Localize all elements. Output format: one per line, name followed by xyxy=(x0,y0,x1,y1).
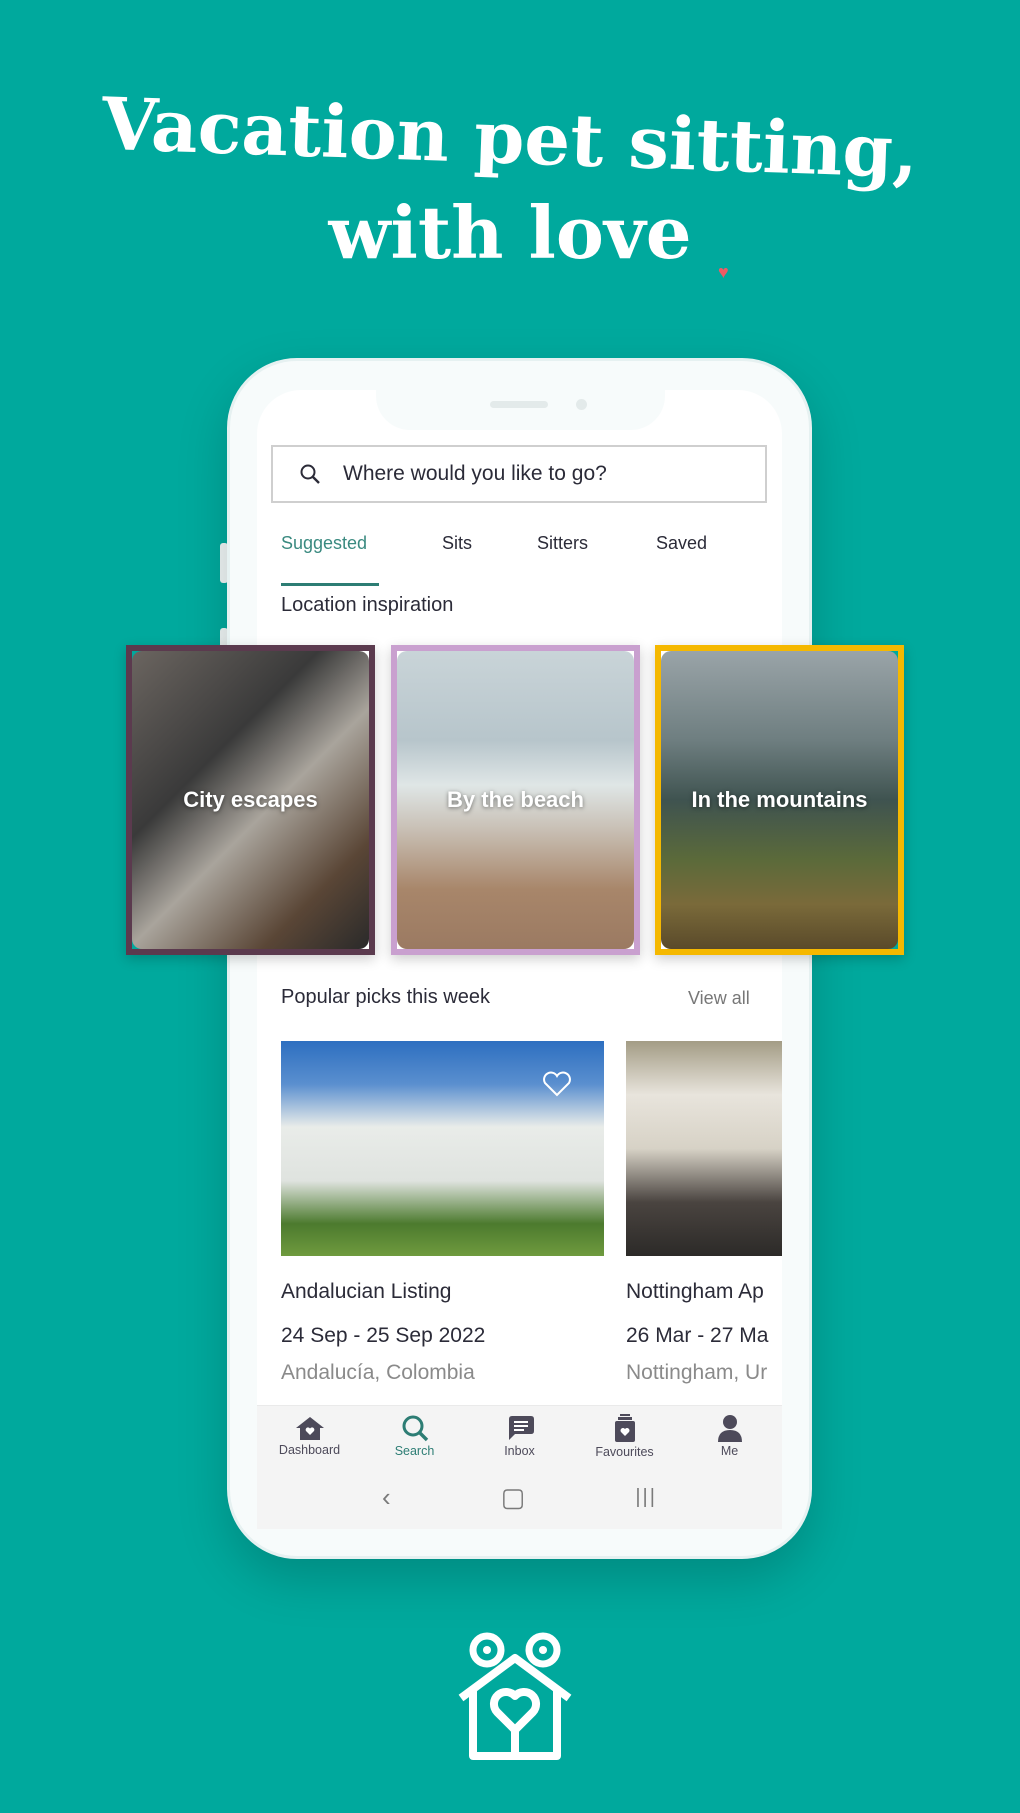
listings-carousel: Andalucian Listing 24 Sep - 25 Sep 2022 … xyxy=(257,1030,782,1410)
card-label: City escapes xyxy=(183,787,318,812)
recents-button[interactable]: ||| xyxy=(635,1486,657,1509)
tab-saved[interactable]: Saved xyxy=(656,533,707,554)
nav-favourites[interactable]: Favourites xyxy=(572,1406,677,1466)
phone-speaker xyxy=(490,401,548,408)
home-button[interactable]: ▢ xyxy=(501,1482,526,1513)
nav-inbox[interactable]: Inbox xyxy=(467,1406,572,1466)
card-city-escapes[interactable]: City escapes xyxy=(126,645,375,955)
card-label: In the mountains xyxy=(691,787,868,812)
listing-location: Nottingham, Ur xyxy=(626,1361,768,1384)
search-input[interactable]: Where would you like to go? xyxy=(271,445,767,503)
search-icon xyxy=(402,1415,428,1442)
listing-image[interactable] xyxy=(626,1041,782,1256)
tab-sitters[interactable]: Sitters xyxy=(537,533,588,554)
listing-title[interactable]: Andalucian Listing xyxy=(281,1280,451,1304)
view-all-link[interactable]: View all xyxy=(688,988,750,1009)
house-heart-icon xyxy=(295,1417,324,1440)
tab-suggested[interactable]: Suggested xyxy=(281,533,367,554)
heart-icon: ♥ xyxy=(718,262,729,282)
listing-image[interactable] xyxy=(281,1041,604,1256)
card-in-the-mountains[interactable]: In the mountains xyxy=(655,645,904,955)
card-label: By the beach xyxy=(447,787,584,812)
popular-picks-title: Popular picks this week xyxy=(281,986,490,1008)
phone-notch xyxy=(376,388,665,430)
listing-title[interactable]: Nottingham Ap xyxy=(626,1280,764,1304)
bottom-nav: Dashboard Search Inbox Favourites Me xyxy=(257,1405,782,1466)
trustedhousesitters-logo xyxy=(458,1632,572,1760)
phone-camera xyxy=(576,399,587,410)
listing-dates: 24 Sep - 25 Sep 2022 xyxy=(281,1324,486,1347)
favourites-jar-icon xyxy=(614,1414,635,1442)
nav-me[interactable]: Me xyxy=(677,1406,782,1466)
favourite-heart-icon[interactable] xyxy=(542,1071,572,1097)
tab-sits[interactable]: Sits xyxy=(442,533,472,554)
active-tab-indicator xyxy=(281,583,379,586)
nav-search[interactable]: Search xyxy=(362,1406,467,1466)
search-icon xyxy=(300,464,320,484)
person-icon xyxy=(717,1415,742,1442)
listing-dates: 26 Mar - 27 Ma xyxy=(626,1324,769,1347)
back-button[interactable]: ‹ xyxy=(382,1482,391,1513)
listing-location: Andalucía, Colombia xyxy=(281,1361,475,1384)
headline-line-2: with love xyxy=(328,190,692,275)
system-nav-bar: ‹ ▢ ||| xyxy=(257,1466,782,1529)
card-by-the-beach[interactable]: By the beach xyxy=(391,645,640,955)
headline-line-1: Vacation pet sitting, xyxy=(100,80,920,195)
location-inspiration-title: Location inspiration xyxy=(281,594,454,616)
chat-icon xyxy=(508,1416,534,1440)
search-placeholder: Where would you like to go? xyxy=(343,462,607,485)
nav-dashboard[interactable]: Dashboard xyxy=(257,1406,362,1466)
